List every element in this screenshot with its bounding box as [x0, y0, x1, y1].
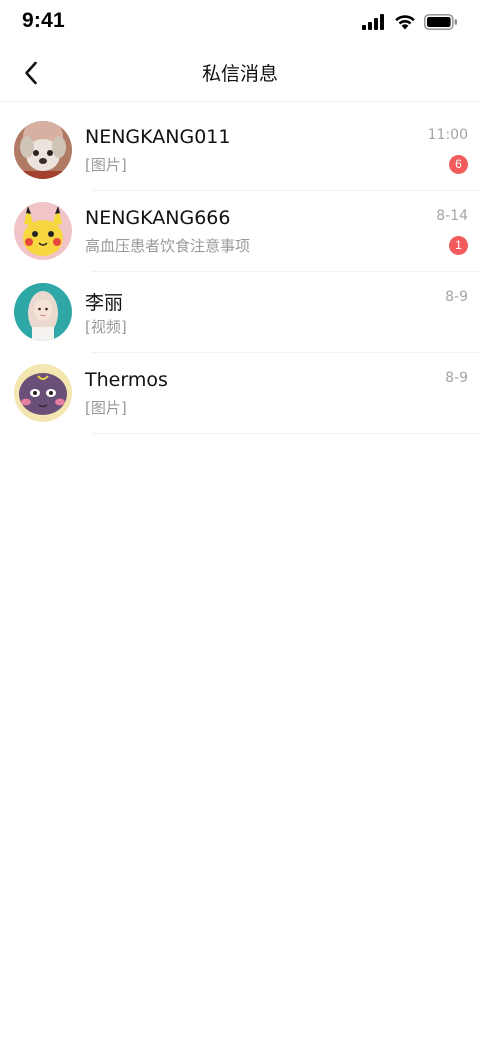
- conversation-name: NENGKANG011: [85, 126, 231, 148]
- conversation-item[interactable]: 李丽 [视频] 8-9: [0, 272, 480, 353]
- avatar[interactable]: [14, 364, 72, 422]
- unread-badge: 6: [449, 155, 468, 174]
- conversation-list: NENGKANG011 [图片] 11:00 6 NENGKANG666 高血压…: [0, 110, 480, 434]
- conversation-name: 李丽: [85, 292, 124, 314]
- conversation-item[interactable]: Thermos [图片] 8-9: [0, 353, 480, 434]
- status-icons: [362, 12, 458, 32]
- conversation-item[interactable]: NENGKANG011 [图片] 11:00 6: [0, 110, 480, 191]
- battery-icon: [424, 14, 457, 30]
- conversation-name: Thermos: [85, 369, 168, 391]
- nav-bar: 私信消息: [0, 44, 480, 102]
- pikachu-avatar-image: [14, 202, 72, 260]
- cellular-signal-icon: [362, 14, 384, 30]
- divider: [92, 433, 480, 434]
- unread-badge: 1: [449, 236, 468, 255]
- avatar[interactable]: [14, 202, 72, 260]
- avatar[interactable]: [14, 121, 72, 179]
- conversation-preview: 高血压患者饮食注意事项: [85, 237, 251, 255]
- conversation-preview: [图片]: [85, 156, 127, 174]
- page-title: 私信消息: [201, 63, 278, 85]
- conversation-time: 8-9: [445, 289, 468, 305]
- conversation-time: 8-14: [436, 208, 468, 224]
- puppy-avatar-image: [14, 121, 72, 179]
- purple-cartoon-avatar-image: [14, 364, 72, 422]
- conversation-item[interactable]: NENGKANG666 高血压患者饮食注意事项 8-14 1: [0, 191, 480, 272]
- status-time: 9:41: [22, 9, 65, 32]
- conversation-preview: [视频]: [85, 318, 127, 336]
- conversation-time: 11:00: [427, 127, 468, 143]
- conversation-preview: [图片]: [85, 399, 127, 417]
- wifi-icon: [395, 15, 415, 30]
- conversation-name: NENGKANG666: [85, 207, 231, 229]
- woman-portrait-avatar-image: [14, 283, 72, 341]
- avatar[interactable]: [14, 283, 72, 341]
- status-bar: 9:41: [0, 0, 480, 44]
- conversation-time: 8-9: [445, 370, 468, 386]
